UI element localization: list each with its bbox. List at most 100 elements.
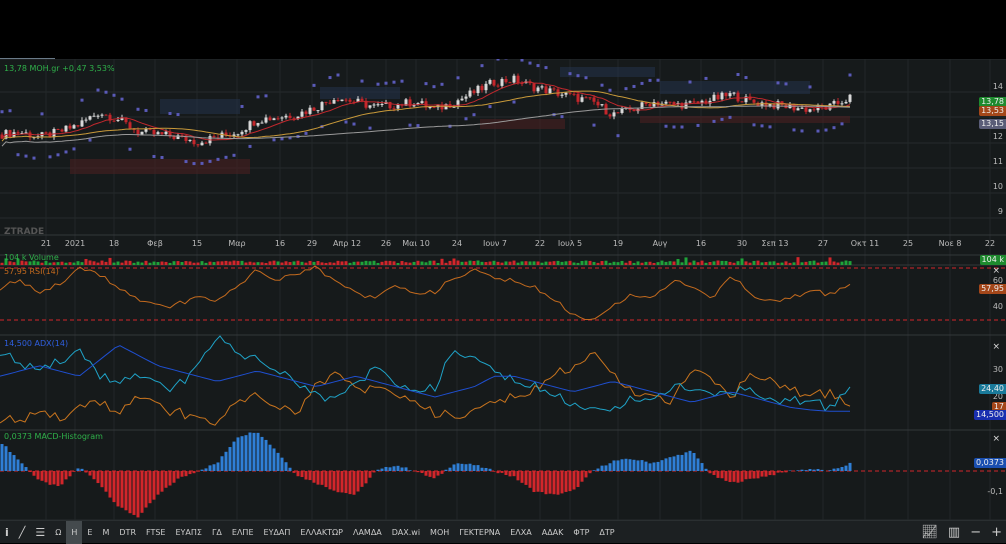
sar-dot [17, 153, 20, 156]
sar-dot [377, 83, 380, 86]
macd-bar [425, 471, 428, 476]
volume-bar [749, 263, 752, 265]
symbol-button[interactable]: Ω [50, 521, 66, 544]
volume-bar [233, 261, 236, 265]
volume-bar [545, 262, 548, 265]
zoom-in-button[interactable]: + [991, 525, 1002, 540]
zone-box [640, 116, 850, 123]
volume-bar [449, 261, 452, 265]
candle [61, 130, 64, 132]
volume-bar [733, 263, 736, 265]
macd-bar [605, 465, 608, 471]
candle [9, 130, 12, 137]
macd-bar [409, 470, 412, 471]
candle [197, 144, 200, 145]
chart-area[interactable]: 13,78 ΜΟΗ.gr +0,47 3,53% ZTRADE 14121110… [0, 59, 1006, 520]
symbol-button[interactable]: ΛΑΜΔΑ [348, 521, 387, 544]
symbol-button[interactable]: Μ [97, 521, 114, 544]
macd-bar [97, 471, 100, 483]
line-chart-icon[interactable]: 📈︎ [921, 525, 938, 540]
time-tick: 27 [818, 239, 828, 248]
symbol-button[interactable]: DAX.wi [387, 521, 425, 544]
symbol-button[interactable]: ΦΤΡ [568, 521, 594, 544]
macd-bar [749, 471, 752, 479]
candle [669, 102, 672, 103]
candle [361, 99, 364, 101]
macd-bar [5, 446, 8, 471]
macd-bar [121, 471, 124, 508]
volume-bar [629, 261, 632, 265]
volume-bar [113, 263, 116, 265]
macd-bar [117, 471, 120, 506]
macd-bar [637, 460, 640, 471]
volume-bar [825, 262, 828, 265]
symbol-button[interactable]: ΜΟΗ [425, 521, 454, 544]
macd-bar [785, 471, 788, 472]
draw-line-icon[interactable]: ╱ [14, 521, 31, 544]
adx-close-icon[interactable]: × [992, 342, 1000, 352]
macd-close-icon[interactable]: × [992, 434, 1000, 444]
volume-bar [461, 262, 464, 265]
candle [373, 105, 376, 106]
zoom-out-button[interactable]: − [970, 525, 981, 540]
symbol-button[interactable]: Ε [82, 521, 97, 544]
info-icon[interactable]: i [0, 521, 14, 544]
sar-dot [745, 76, 748, 79]
volume-bar [533, 261, 536, 265]
macd-bar [265, 440, 268, 471]
bar-chart-icon[interactable]: ▥ [948, 525, 960, 540]
volume-bar [181, 262, 184, 265]
candle [337, 100, 340, 101]
symbol-button[interactable]: ΑΔΑΚ [537, 521, 569, 544]
volume-bar [57, 262, 60, 265]
volume-bar [273, 261, 276, 265]
volume-bar [793, 262, 796, 265]
candle [189, 140, 192, 141]
volume-bar [821, 262, 824, 265]
candle [501, 79, 504, 86]
macd-bar [89, 471, 92, 476]
macd-bar [569, 471, 572, 491]
lines-icon[interactable]: ☰ [30, 521, 50, 544]
sar-dot [545, 66, 548, 69]
symbol-button[interactable]: ΕΛΛΑΚΤΩΡ [295, 521, 348, 544]
candle [57, 129, 60, 130]
symbol-button[interactable]: ΓΕΚΤΕΡΝΑ [454, 521, 505, 544]
candle [545, 86, 548, 93]
symbol-button[interactable]: ΕΥΔΑΠ [259, 521, 296, 544]
volume-bar [485, 262, 488, 265]
volume-bar [81, 262, 84, 265]
volume-bar [585, 261, 588, 265]
candle [201, 143, 204, 146]
symbol-button[interactable]: Η [66, 521, 82, 544]
sar-dot [305, 132, 308, 135]
sar-dot [249, 145, 252, 148]
symbol-button[interactable]: ΕΛΧΑ [505, 521, 536, 544]
volume-bar [797, 257, 800, 265]
symbol-button[interactable]: FTSE [141, 521, 170, 544]
macd-bar [301, 471, 304, 477]
macd-bar [769, 471, 772, 475]
macd-bar [577, 471, 580, 487]
symbol-button[interactable]: ΕΥΑΠΣ [170, 521, 206, 544]
macd-bar [593, 470, 596, 471]
symbol-button[interactable]: DTR [114, 521, 141, 544]
sar-dot [577, 74, 580, 77]
sar-dot [233, 154, 236, 157]
candle [537, 87, 540, 91]
sar-dot [97, 89, 100, 92]
macd-bar [377, 470, 380, 471]
sar-dot [409, 124, 412, 127]
macd-bar [145, 471, 148, 508]
symbol-button[interactable]: ΓΔ [207, 521, 227, 544]
volume-bar [105, 262, 108, 265]
macd-bar [529, 471, 532, 488]
macd-bar [805, 470, 808, 471]
volume-bar [605, 261, 608, 265]
symbol-button[interactable]: ΔΤΡ [594, 521, 619, 544]
candle [345, 100, 348, 101]
rsi-close-icon[interactable]: × [992, 266, 1000, 276]
symbol-button[interactable]: ΕΛΠΕ [227, 521, 259, 544]
chart-canvas[interactable] [0, 59, 1006, 520]
volume-bar [345, 261, 348, 265]
